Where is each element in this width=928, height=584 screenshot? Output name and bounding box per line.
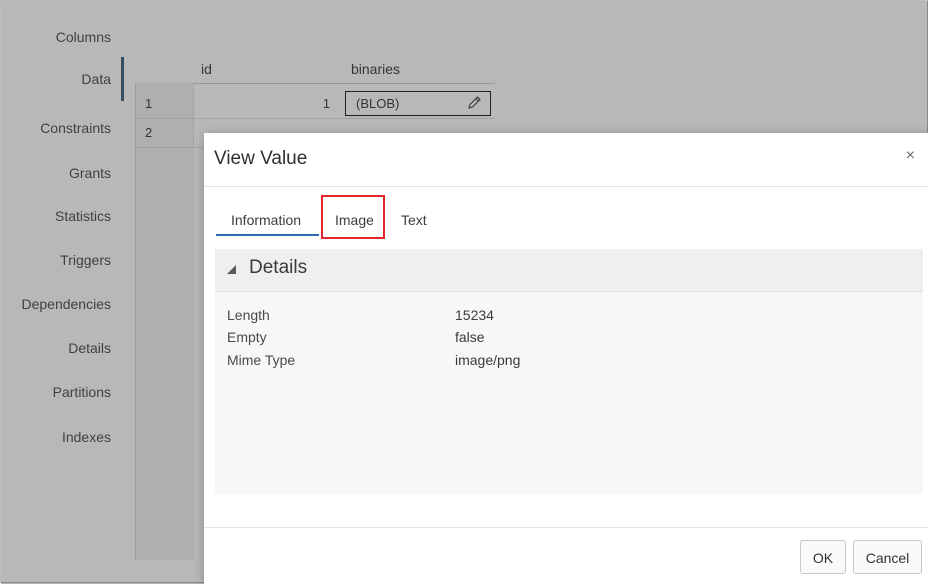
view-value-dialog: View Value × Information Image Text Deta… xyxy=(204,133,928,584)
details-section-title: Details xyxy=(249,257,308,278)
details-section-header[interactable]: Details xyxy=(215,249,923,292)
collapse-triangle-icon[interactable] xyxy=(227,265,236,274)
tab-information[interactable]: Information xyxy=(231,212,301,228)
field-value-mime-type: image/png xyxy=(455,352,521,368)
dialog-header-divider xyxy=(204,186,928,187)
dialog-title: View Value xyxy=(214,148,308,169)
field-label-empty: Empty xyxy=(227,329,267,345)
details-panel: Details Length 15234 Empty false Mime Ty… xyxy=(215,249,923,494)
field-value-empty: false xyxy=(455,329,485,345)
selected-tab-underline xyxy=(216,234,319,236)
cancel-button[interactable]: Cancel xyxy=(853,540,922,574)
field-label-length: Length xyxy=(227,307,270,323)
field-value-length: 15234 xyxy=(455,307,494,323)
dialog-footer-divider xyxy=(204,527,928,528)
app-window: Columns Data Constraints Grants Statisti… xyxy=(0,0,928,584)
ok-button[interactable]: OK xyxy=(800,540,846,574)
field-label-mime-type: Mime Type xyxy=(227,352,296,368)
tab-text[interactable]: Text xyxy=(401,212,427,228)
close-icon[interactable]: × xyxy=(906,147,915,165)
tab-image-highlight-box xyxy=(321,195,385,239)
